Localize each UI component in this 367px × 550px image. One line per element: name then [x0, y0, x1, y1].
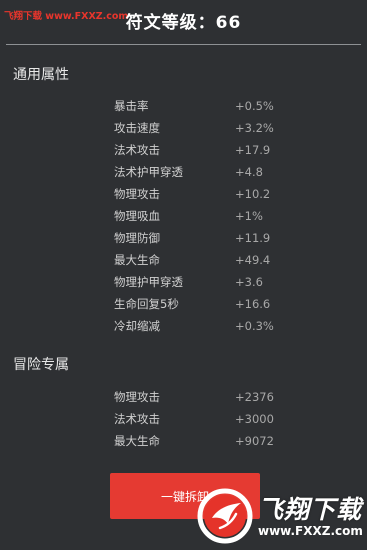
attribute-row: 法术攻击 +17.9: [114, 139, 354, 161]
attribute-name: 冷却缩减: [114, 319, 160, 333]
attribute-row: 最大生命 +49.4: [114, 249, 354, 271]
attribute-value: +10.2: [235, 187, 271, 201]
attribute-value: +3.6: [235, 275, 263, 289]
attribute-value: +3000: [235, 412, 274, 426]
attribute-row: 物理吸血 +1%: [114, 205, 354, 227]
attribute-name: 生命回复5秒: [114, 297, 179, 311]
attribute-name: 法术攻击: [114, 143, 160, 157]
attribute-value: +2376: [235, 390, 274, 404]
attribute-name: 法术护甲穿透: [114, 165, 183, 179]
attribute-value: +1%: [235, 209, 263, 223]
attribute-name: 最大生命: [114, 434, 160, 448]
attribute-name: 物理攻击: [114, 390, 160, 404]
attribute-value: +17.9: [235, 143, 271, 157]
attribute-value: +0.5%: [235, 99, 274, 113]
adventure-attributes-list: 物理攻击 +2376 法术攻击 +3000 最大生命 +9072: [114, 386, 354, 452]
attribute-row: 法术攻击 +3000: [114, 408, 354, 430]
attribute-row: 物理攻击 +10.2: [114, 183, 354, 205]
attribute-row: 法术护甲穿透 +4.8: [114, 161, 354, 183]
general-attributes-list: 暴击率 +0.5% 攻击速度 +3.2% 法术攻击 +17.9 法术护甲穿透 +…: [114, 95, 354, 337]
attribute-name: 暴击率: [114, 99, 149, 113]
attribute-name: 物理吸血: [114, 209, 160, 223]
attribute-name: 法术攻击: [114, 412, 160, 426]
section-title-adventure: 冒险专属: [13, 357, 69, 373]
attribute-value: +16.6: [235, 297, 271, 311]
attribute-row: 生命回复5秒 +16.6: [114, 293, 354, 315]
attribute-name: 攻击速度: [114, 121, 160, 135]
brand-name: 飞翔下载: [258, 495, 363, 524]
attribute-row: 攻击速度 +3.2%: [114, 117, 354, 139]
attribute-value: +49.4: [235, 253, 271, 267]
attribute-value: +0.3%: [235, 319, 274, 333]
attribute-name: 物理护甲穿透: [114, 275, 183, 289]
attribute-row: 物理防御 +11.9: [114, 227, 354, 249]
brand-logo-icon: [197, 488, 253, 544]
attribute-value: +4.8: [235, 165, 263, 179]
page-title: 符文等级：66: [125, 13, 242, 33]
attribute-value: +9072: [235, 434, 274, 448]
header-divider: [6, 44, 361, 45]
attribute-row: 最大生命 +9072: [114, 430, 354, 452]
attribute-value: +3.2%: [235, 121, 274, 135]
attribute-name: 最大生命: [114, 253, 160, 267]
attribute-row: 冷却缩减 +0.3%: [114, 315, 354, 337]
attribute-row: 物理攻击 +2376: [114, 386, 354, 408]
section-title-general: 通用属性: [13, 67, 69, 83]
attribute-name: 物理防御: [114, 231, 160, 245]
brand-url: www.FXXZ.com: [258, 524, 363, 538]
attribute-value: +11.9: [235, 231, 271, 245]
attribute-name: 物理攻击: [114, 187, 160, 201]
brand-watermark: 飞翔下载 www.FXXZ.com: [196, 484, 363, 546]
attribute-row: 暴击率 +0.5%: [114, 95, 354, 117]
attribute-row: 物理护甲穿透 +3.6: [114, 271, 354, 293]
